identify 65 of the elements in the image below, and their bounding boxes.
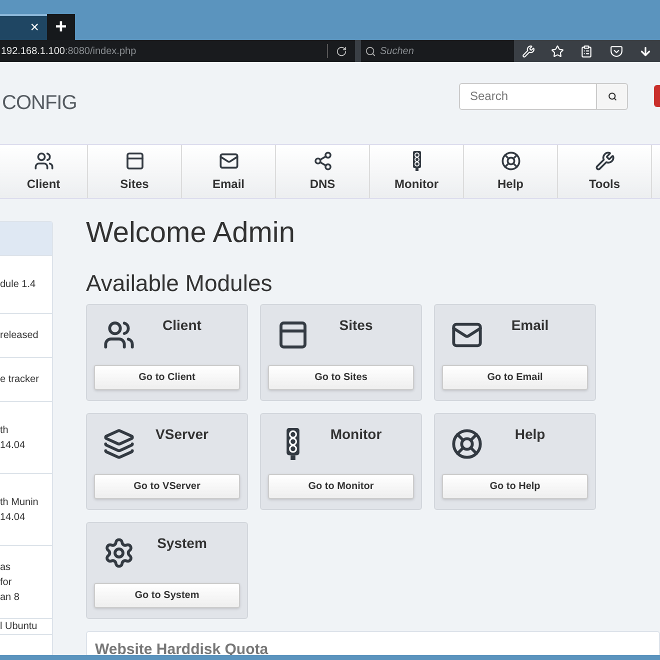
webpage-icon xyxy=(124,150,144,170)
page-title: Welcome Admin xyxy=(86,216,296,251)
module-button[interactable]: Go to Help xyxy=(442,474,588,499)
news-item-text: l Ubuntu xyxy=(0,620,38,634)
search-placeholder: Search xyxy=(470,88,508,105)
section-heading: Available Modules xyxy=(86,269,274,298)
server-stack-icon xyxy=(103,428,135,460)
nav-tab[interactable]: Sites xyxy=(88,145,182,198)
news-item-text: released xyxy=(0,329,38,343)
header-action-button[interactable] xyxy=(654,85,660,107)
traffic-light-icon xyxy=(412,150,422,170)
module-title: Client xyxy=(162,316,202,335)
search-icon xyxy=(365,46,376,56)
users-icon xyxy=(34,150,54,170)
nav-tab[interactable]: Client xyxy=(0,145,88,198)
lifebuoy-icon xyxy=(451,428,483,460)
header-search-field[interactable]: Search xyxy=(459,82,597,110)
module-button[interactable]: Go to VServer xyxy=(94,474,240,499)
module-title: Sites xyxy=(338,316,374,335)
nav-tab[interactable]: Help xyxy=(464,145,558,198)
webpage-icon xyxy=(277,319,309,351)
news-item-text: as for an 8 xyxy=(0,560,20,604)
news-item[interactable]: l Ubuntu xyxy=(0,619,52,635)
module-title: Monitor xyxy=(329,425,383,444)
panel-heading: Website Harddisk Quota xyxy=(95,641,268,658)
reload-icon[interactable] xyxy=(336,46,347,56)
new-tab-button[interactable]: + xyxy=(47,14,75,40)
envelope-icon xyxy=(218,150,238,170)
news-item-text: th Munin 14.04 xyxy=(0,496,38,524)
network-icon xyxy=(312,150,332,170)
clipboard-icon[interactable] xyxy=(580,44,594,58)
module-title: System xyxy=(156,534,208,553)
module-title: VServer xyxy=(154,425,210,444)
nav-tab[interactable]: DNS xyxy=(276,145,370,198)
gear-icon xyxy=(103,537,135,569)
search-placeholder: Suchen xyxy=(380,44,414,58)
tab-close-button[interactable]: × xyxy=(30,16,39,40)
nav-tab[interactable]: Email xyxy=(182,145,276,198)
users-icon xyxy=(103,319,135,351)
news-item-text: th 14.04 xyxy=(0,424,26,452)
module-title: Help xyxy=(514,425,546,444)
search-button[interactable] xyxy=(597,82,628,110)
url-text: 192.168.1.100:8080/index.php xyxy=(1,44,136,58)
nav-tab[interactable]: Tools xyxy=(558,145,652,198)
module-title: Email xyxy=(510,316,550,335)
search-icon xyxy=(608,92,616,100)
browser-search-field[interactable]: Suchen xyxy=(361,40,514,62)
address-bar[interactable]: 192.168.1.100:8080/index.php xyxy=(0,40,355,62)
wrench-icon[interactable] xyxy=(522,44,536,58)
lifebuoy-icon xyxy=(500,150,520,170)
module-button[interactable]: Go to Client xyxy=(94,365,240,390)
traffic-light-icon xyxy=(285,428,301,460)
pocket-icon[interactable] xyxy=(610,44,623,58)
news-item-text: e tracker xyxy=(0,373,39,387)
news-item-text: dule 1.4 xyxy=(0,278,36,292)
logo-text: CONFIG xyxy=(2,91,77,116)
download-icon[interactable] xyxy=(638,44,652,58)
module-button[interactable]: Go to System xyxy=(94,583,240,608)
module-button[interactable]: Go to Sites xyxy=(268,365,414,390)
browser-tab[interactable]: × xyxy=(0,14,47,40)
nav-tab[interactable]: Monitor xyxy=(370,145,464,198)
star-icon[interactable] xyxy=(551,44,564,58)
module-button[interactable]: Go to Monitor xyxy=(268,474,414,499)
wrench-icon xyxy=(594,150,614,170)
module-button[interactable]: Go to Email xyxy=(442,365,588,390)
